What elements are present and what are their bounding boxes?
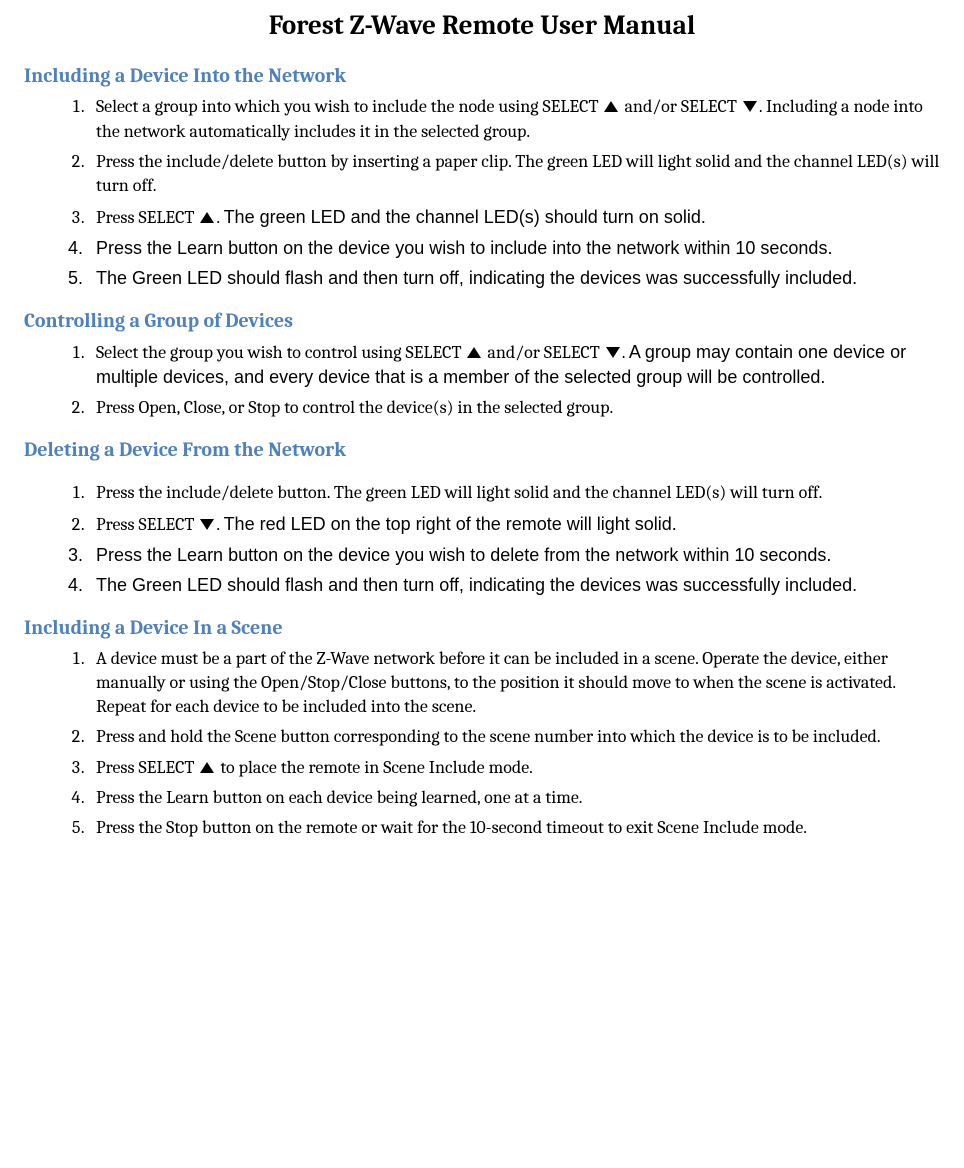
select-label: SELECT (405, 342, 461, 363)
list-item: A device must be a part of the Z-Wave ne… (88, 647, 940, 720)
heading-delete-device: Deleting a Device From the Network (24, 436, 940, 463)
text: . (622, 342, 629, 363)
list-include: Select a group into which you wish to in… (24, 95, 940, 290)
text: Press SELECT (96, 757, 198, 778)
text: and/or (483, 342, 543, 363)
triangle-up-icon (200, 212, 214, 223)
list-item: Press the Stop button on the remote or w… (88, 816, 940, 840)
text: Select a group into which you wish to in… (96, 96, 543, 117)
list-item: Press SELECT . The red LED on the top ri… (88, 512, 940, 537)
list-item: Press the Learn button on the device you… (88, 236, 940, 260)
triangle-up-icon (467, 347, 481, 358)
list-item: Press SELECT to place the remote in Scen… (88, 756, 940, 780)
text: Press (96, 207, 138, 228)
heading-include-device: Including a Device Into the Network (24, 62, 940, 89)
list-item: Press the include/delete button. The gre… (88, 481, 940, 505)
list-item: Press and hold the Scene button correspo… (88, 725, 940, 749)
select-label: SELECT (138, 207, 194, 228)
list-scene: A device must be a part of the Z-Wave ne… (24, 647, 940, 841)
triangle-down-icon (606, 347, 620, 358)
list-item: Press Open, Close, or Stop to control th… (88, 396, 940, 420)
triangle-down-icon (743, 101, 757, 112)
triangle-down-icon (200, 519, 214, 530)
list-item: Press the Learn button on the device you… (88, 543, 940, 567)
text: The green LED and the channel LED(s) sho… (224, 207, 706, 227)
heading-include-scene: Including a Device In a Scene (24, 614, 940, 641)
list-item: Select the group you wish to control usi… (88, 340, 940, 391)
text: . (216, 514, 223, 535)
text: and/or (620, 96, 680, 117)
list-item: Press the Learn button on each device be… (88, 786, 940, 810)
list-item: Press SELECT . The green LED and the cha… (88, 205, 940, 230)
list-item: Press the include/delete button by inser… (88, 150, 940, 199)
page-title: Forest Z-Wave Remote User Manual (24, 8, 940, 44)
triangle-up-icon (200, 762, 214, 773)
triangle-up-icon (604, 101, 618, 112)
select-label: SELECT (544, 342, 600, 363)
list-item: The Green LED should flash and then turn… (88, 266, 940, 290)
text: The red LED on the top right of the remo… (224, 514, 677, 534)
list-delete: Press the include/delete button. The gre… (24, 481, 940, 597)
text: . (216, 207, 223, 228)
list-item: The Green LED should flash and then turn… (88, 573, 940, 597)
text: Select the group you wish to control usi… (96, 342, 405, 363)
heading-control-group: Controlling a Group of Devices (24, 307, 940, 334)
list-control: Select the group you wish to control usi… (24, 340, 940, 421)
text: to place the remote in Scene Include mod… (216, 757, 532, 778)
list-item: Select a group into which you wish to in… (88, 95, 940, 144)
select-label: SELECT (543, 96, 599, 117)
text: Press (96, 514, 138, 535)
select-label: SELECT (681, 96, 737, 117)
select-label: SELECT (138, 514, 194, 535)
